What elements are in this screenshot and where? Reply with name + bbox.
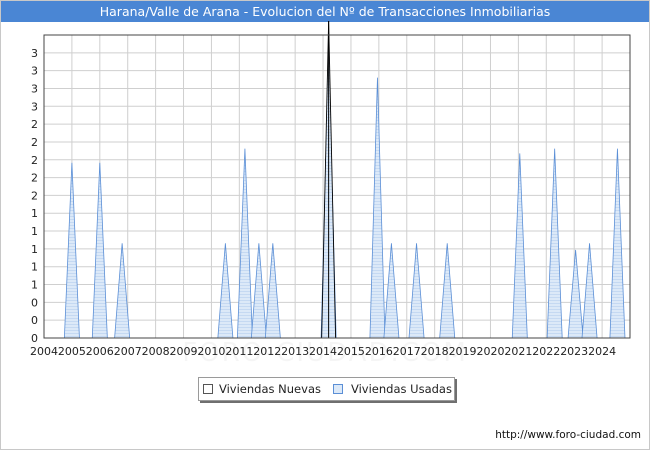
- x-tick-label: 2012: [253, 345, 281, 358]
- x-tick-label: 2024: [588, 345, 616, 358]
- y-tick-label: 1: [31, 243, 38, 256]
- y-tick-label: 3: [31, 65, 38, 78]
- y-tick-label: 0: [31, 314, 38, 327]
- x-tick-label: 2007: [114, 345, 142, 358]
- y-tick-label: 0: [31, 296, 38, 309]
- plot-area: [43, 34, 631, 339]
- x-tick-label: 2016: [365, 345, 393, 358]
- y-tick-label: 2: [31, 118, 38, 131]
- x-tick-label: 2009: [170, 345, 198, 358]
- source-url[interactable]: http://www.foro-ciudad.com: [495, 429, 641, 441]
- x-tick-label: 2011: [225, 345, 253, 358]
- y-tick-label: 2: [31, 154, 38, 167]
- legend-label-usadas: Viviendas Usadas: [351, 382, 452, 396]
- legend-label-nuevas: Viviendas Nuevas: [219, 382, 321, 396]
- x-tick-label: 2019: [449, 345, 477, 358]
- x-tick-label: 2008: [142, 345, 170, 358]
- legend-swatch-usadas: [333, 384, 343, 394]
- y-tick-label: 1: [31, 207, 38, 220]
- y-tick-label: 2: [31, 189, 38, 202]
- x-tick-label: 2005: [58, 345, 86, 358]
- x-tick-label: 2010: [197, 345, 225, 358]
- x-tick-label: 2020: [476, 345, 504, 358]
- y-tick-label: 2: [31, 136, 38, 149]
- x-tick-label: 2023: [560, 345, 588, 358]
- legend-swatch-nuevas: [203, 384, 213, 394]
- x-tick-label: 2017: [393, 345, 421, 358]
- x-tick-label: 2006: [86, 345, 114, 358]
- x-tick-label: 2015: [337, 345, 365, 358]
- y-tick-label: 0: [31, 332, 38, 345]
- x-tick-label: 2013: [281, 345, 309, 358]
- y-tick-label: 3: [31, 82, 38, 95]
- x-tick-label: 2022: [532, 345, 560, 358]
- x-tick-label: 2014: [309, 345, 337, 358]
- y-tick-label: 3: [31, 47, 38, 60]
- legend: Viviendas Nuevas Viviendas Usadas: [198, 377, 455, 401]
- x-tick-label: 2018: [421, 345, 449, 358]
- x-tick-label: 2021: [504, 345, 532, 358]
- y-tick-label: 2: [31, 172, 38, 185]
- y-tick-label: 1: [31, 261, 38, 274]
- y-tick-label: 3: [31, 100, 38, 113]
- y-tick-label: 1: [31, 225, 38, 238]
- y-tick-label: 1: [31, 279, 38, 292]
- x-tick-label: 2004: [30, 345, 58, 358]
